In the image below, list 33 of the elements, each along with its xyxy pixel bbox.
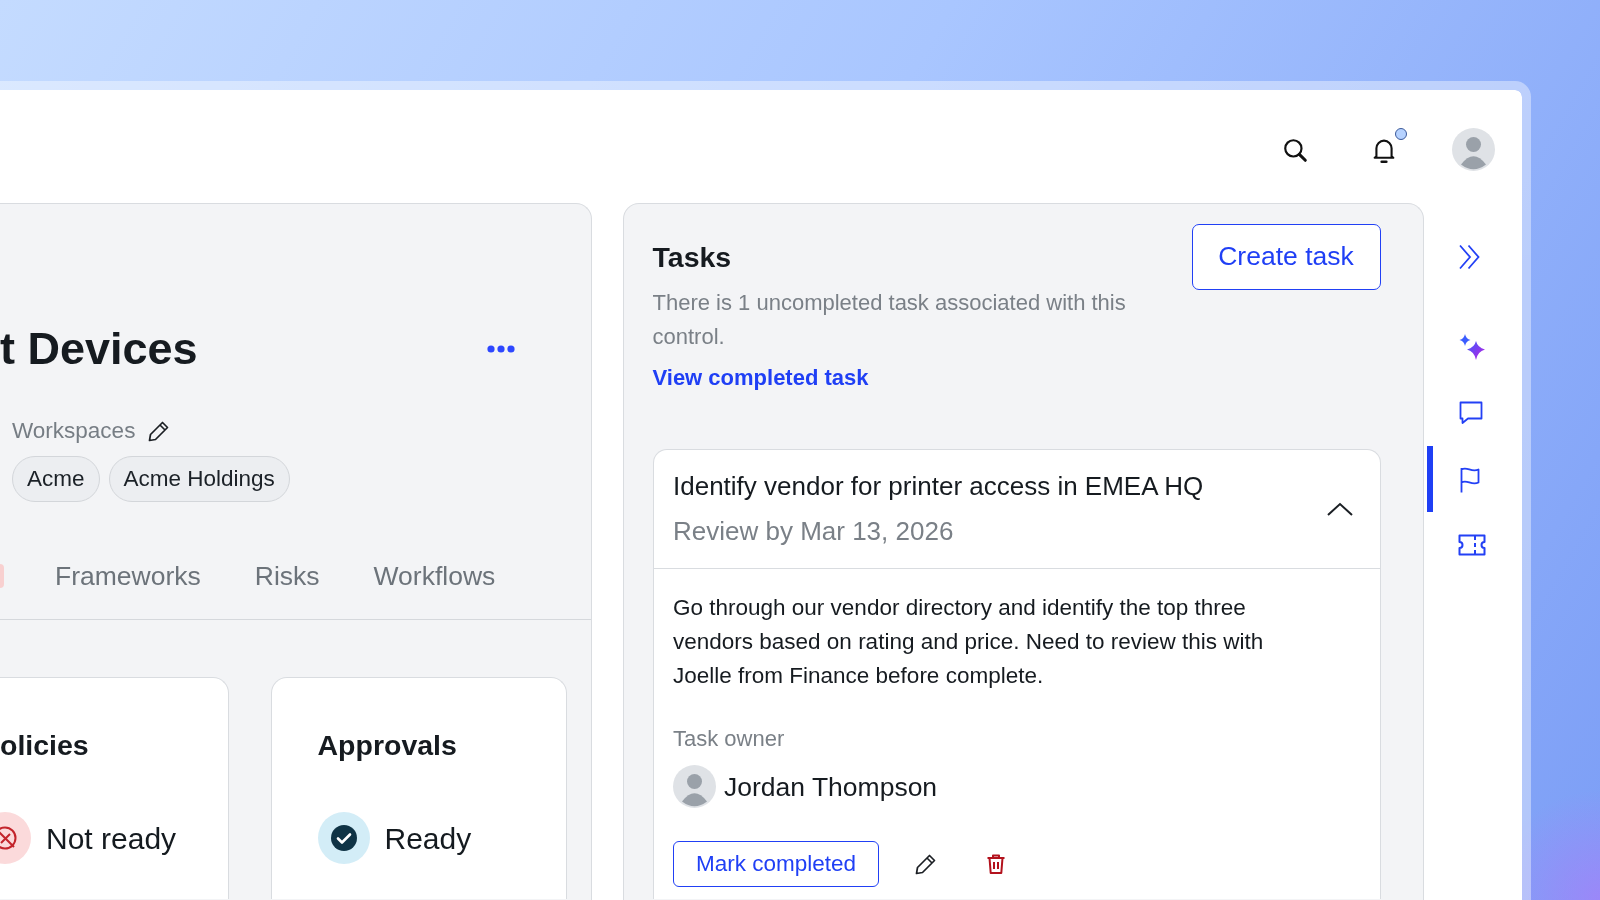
chevron-up-icon[interactable] <box>1325 500 1354 517</box>
pencil-icon[interactable] <box>914 852 938 876</box>
task-description: Go through our vendor directory and identify the top three vendors based on rating and price. Need to review this with Joelle from Finance before complete. <box>673 593 1265 690</box>
comment-icon[interactable] <box>1458 400 1484 426</box>
view-completed-link[interactable]: View completed task <box>652 362 869 393</box>
task-due-date: Review by Mar 13, 2026 <box>673 515 955 548</box>
page-title: t Devices <box>0 322 198 376</box>
tab[interactable]: Frameworks <box>55 559 201 620</box>
section-title: Tasks <box>652 239 733 275</box>
task-title: Identify vendor for printer access in EMEA HQ <box>673 470 1204 503</box>
sparkle-icon[interactable] <box>1458 334 1486 360</box>
workspace-tag: Acme <box>12 456 100 502</box>
avatar-icon <box>673 765 716 808</box>
mark-completed-button[interactable]: Mark completed <box>673 841 879 887</box>
tab-badge-icon <box>0 564 4 588</box>
status-text: Ready <box>384 820 472 857</box>
flag-icon[interactable] <box>1458 465 1482 493</box>
tab[interactable]: Workflows <box>373 559 496 620</box>
double-chevron-icon[interactable] <box>1458 244 1482 270</box>
workspace-tag: Acme Holdings <box>108 456 290 502</box>
owner-name: Jordan Thompson <box>724 770 938 804</box>
card-title: olicies <box>0 728 90 763</box>
ticket-icon[interactable] <box>1458 533 1486 557</box>
tasks-summary: There is 1 uncompleted task associated with this control. <box>652 288 1127 351</box>
tab[interactable]: Risks <box>254 559 320 620</box>
workspaces-label: Workspaces <box>12 417 136 445</box>
card-title: Approvals <box>317 728 458 763</box>
owner-label: Task owner <box>673 724 786 753</box>
more-icon[interactable] <box>487 345 515 353</box>
status-text: Not ready <box>46 820 177 857</box>
avatar-icon[interactable] <box>1451 128 1495 171</box>
search-icon[interactable] <box>1282 136 1308 163</box>
create-task-button[interactable]: Create task <box>1191 223 1381 290</box>
